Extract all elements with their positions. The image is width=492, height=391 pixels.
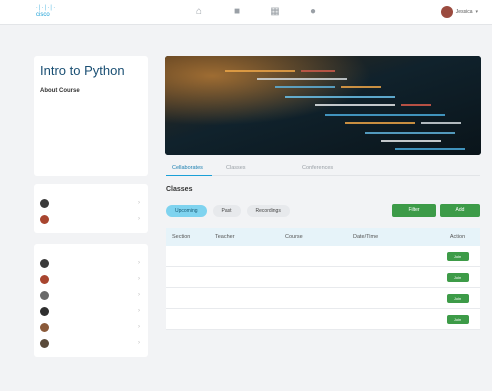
avatar [40,258,49,268]
about-course-title: About Course [40,88,80,94]
column-header: Date/Time [353,234,379,240]
column-header: Section [172,234,191,240]
brand-logo[interactable]: ·│·│·│· cisco [36,6,80,20]
list-item[interactable]: › [40,211,142,227]
top-bar: ·│·│·│· cisco ⌂ ■ ▦ ● Jessica ▾ [0,0,492,25]
filter-pills: Upcoming Past Recordings [166,205,290,217]
join-button[interactable]: Join [446,293,469,303]
clock-icon[interactable]: ● [306,5,320,19]
course-card: Intro to Python About Course [34,56,148,176]
teachers-card: › › [34,184,148,233]
user-name: Jessica [455,9,473,15]
course-hero-image [165,56,481,155]
filter-upcoming[interactable]: Upcoming [166,205,207,217]
table-header: Section Teacher Course Date/Time Action [166,228,480,246]
avatar [440,6,453,18]
course-title: Intro to Python [40,63,125,78]
section-title: Classes [166,186,193,193]
classes-table: Section Teacher Course Date/Time Action … [166,228,480,330]
filter-button[interactable]: Filter [392,204,436,217]
tabs: Cellaborates Classes Conferences [166,164,480,176]
add-button[interactable]: Add [440,204,480,217]
chevron-right-icon: › [138,340,140,346]
brand-logo-word: cisco [36,12,50,18]
list-item[interactable]: › [40,319,142,335]
chevron-right-icon: › [138,292,140,298]
filter-past[interactable]: Past [212,205,241,217]
classmates-card: › › › › › › [34,244,148,357]
chevron-down-icon: ▾ [475,9,478,15]
list-item[interactable]: › [40,303,142,319]
join-button[interactable]: Join [446,272,469,282]
chat-icon[interactable]: ■ [230,5,244,19]
avatar [40,198,49,208]
avatar [40,214,49,224]
table-row: Join [166,309,480,330]
table-row: Join [166,288,480,309]
chevron-right-icon: › [138,216,140,222]
column-header: Teacher [215,234,235,240]
chevron-right-icon: › [138,324,140,330]
table-row: Join [166,246,480,267]
table-row: Join [166,267,480,288]
chevron-right-icon: › [138,276,140,282]
list-item[interactable]: › [40,335,142,351]
column-header: Action [449,234,466,240]
active-tab-indicator [166,175,212,176]
avatar [40,274,49,284]
tab-classes[interactable]: Classes [226,165,246,171]
chevron-right-icon: › [138,200,140,206]
avatar [40,338,49,348]
filter-recordings[interactable]: Recordings [246,205,290,217]
avatar [40,290,49,300]
home-icon[interactable]: ⌂ [192,5,206,19]
list-item[interactable]: › [40,195,142,211]
chevron-right-icon: › [138,260,140,266]
avatar [40,322,49,332]
user-menu[interactable]: Jessica ▾ [440,5,478,19]
list-item[interactable]: › [40,271,142,287]
list-item[interactable]: › [40,287,142,303]
tab-cellaborates[interactable]: Cellaborates [172,165,203,171]
tab-conferences[interactable]: Conferences [302,165,333,171]
join-button[interactable]: Join [446,251,469,261]
calendar-icon[interactable]: ▦ [268,5,282,19]
column-header: Course [285,234,303,240]
list-item[interactable]: › [40,255,142,271]
avatar [40,306,49,316]
join-button[interactable]: Join [446,314,469,324]
chevron-right-icon: › [138,308,140,314]
